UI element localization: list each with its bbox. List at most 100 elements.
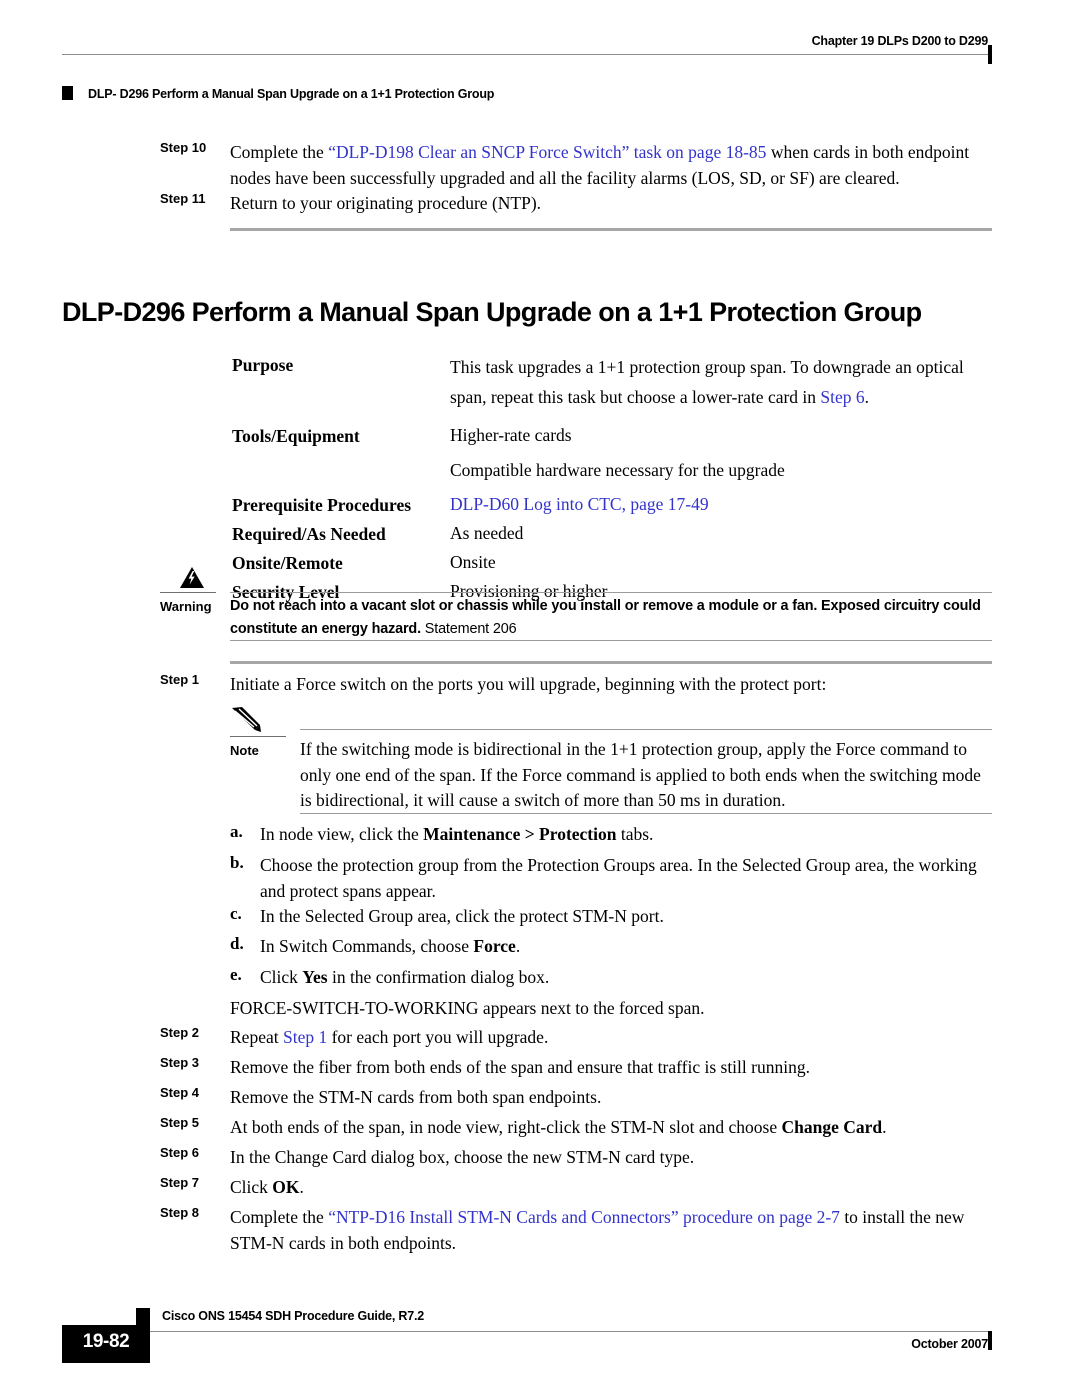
step-label: Step 1	[160, 672, 200, 687]
step-row-2: Step 2 Repeat Step 1 for each port you w…	[160, 1025, 992, 1051]
step-text: In the Change Card dialog box, choose th…	[230, 1147, 695, 1167]
table-row: Prerequisite Procedures DLP-D60 Log into…	[232, 492, 992, 519]
note-icon-underline	[230, 736, 286, 737]
step-text: Complete the “NTP-D16 Install STM-N Card…	[230, 1205, 992, 1256]
step-text-pre: Click	[230, 1177, 273, 1197]
cross-reference-link[interactable]: Step 1	[283, 1027, 327, 1047]
step-text: Click OK.	[230, 1175, 992, 1201]
cross-reference-link[interactable]: DLP-D60 Log into CTC, page 17-49	[450, 494, 709, 514]
step-label: Step 4	[160, 1085, 200, 1100]
property-key: Tools/Equipment	[232, 426, 360, 446]
step-row-3: Step 3 Remove the fiber from both ends o…	[160, 1055, 992, 1081]
footer-guide-title: Cisco ONS 15454 SDH Procedure Guide, R7.…	[162, 1309, 425, 1323]
step-row-10: Step 10 Complete the “DLP-D198 Clear an …	[160, 140, 992, 191]
substep-d: d. In Switch Commands, choose Force.	[230, 934, 992, 960]
property-value: Higher-rate cards	[450, 425, 572, 445]
footer-end-marker	[988, 1331, 992, 1350]
substeps-result-text: FORCE-SWITCH-TO-WORKING appears next to …	[230, 998, 705, 1018]
footer-bullet-square-icon	[136, 1308, 150, 1325]
step-label: Step 8	[160, 1205, 200, 1220]
warning-top-rule	[230, 592, 992, 593]
warning-text: Do not reach into a vacant slot or chass…	[230, 566, 992, 641]
substep-b: b. Choose the protection group from the …	[230, 853, 992, 904]
step-text-pre: Complete the	[230, 1207, 329, 1227]
substep-letter: e.	[230, 965, 242, 984]
substep-letter: a.	[230, 822, 243, 841]
substep-text: In Switch Commands, choose Force.	[260, 934, 992, 960]
step-text: At both ends of the span, in node view, …	[230, 1115, 992, 1141]
substep-text-post: in the confirmation dialog box.	[327, 967, 550, 987]
table-row: Required/As Needed As needed	[232, 521, 992, 548]
substep-letter: b.	[230, 853, 244, 872]
cross-reference-link[interactable]: “NTP-D16 Install STM-N Cards and Connect…	[328, 1207, 840, 1227]
table-row: Tools/Equipment Higher-rate cards	[232, 423, 992, 450]
step-label: Step 10	[160, 140, 207, 155]
substep-e: e. Click Yes in the confirmation dialog …	[230, 965, 992, 991]
substep-letter: d.	[230, 934, 244, 953]
warning-text-bold: Do not reach into a vacant slot or chass…	[230, 598, 981, 637]
note-top-rule	[300, 729, 992, 730]
step-label: Step 2	[160, 1025, 200, 1040]
substep-text: Choose the protection group from the Pro…	[260, 855, 977, 901]
step-text: Remove the fiber from both ends of the s…	[230, 1057, 810, 1077]
step-label: Step 7	[160, 1175, 200, 1190]
property-value-pre: This task upgrades a 1+1 protection grou…	[450, 357, 964, 407]
table-row: Compatible hardware necessary for the up…	[232, 458, 992, 484]
step-text: Repeat Step 1 for each port you will upg…	[230, 1025, 992, 1051]
step-row-7: Step 7 Click OK.	[160, 1175, 992, 1201]
warning-statement-number: Statement 206	[420, 621, 517, 637]
header-rule	[62, 54, 990, 55]
note-admonition: Note If the switching mode is bidirectio…	[230, 706, 992, 814]
substep-text-post: .	[515, 936, 521, 956]
substep-letter: c.	[230, 904, 242, 923]
step-text-post: .	[299, 1177, 304, 1197]
footer-rule	[150, 1331, 990, 1332]
substep-a: a. In node view, click the Maintenance >…	[230, 822, 992, 848]
property-value: This task upgrades a 1+1 protection grou…	[450, 352, 992, 412]
note-text: If the switching mode is bidirectional i…	[300, 739, 981, 810]
footer-date: October 2007	[911, 1337, 988, 1351]
property-value: Compatible hardware necessary for the up…	[450, 460, 785, 480]
document-page: Chapter 19 DLPs D200 to D299 DLP- D296 P…	[0, 0, 1080, 1397]
step-label: Step 3	[160, 1055, 200, 1070]
substep-text-pre: In node view, click the	[260, 824, 424, 844]
step-row-5: Step 5 At both ends of the span, in node…	[160, 1115, 992, 1141]
step-text-pre: Complete the	[230, 142, 329, 162]
step-row-1: Step 1 Initiate a Force switch on the po…	[160, 672, 992, 698]
warning-icon-underline	[160, 592, 216, 593]
property-value-post: .	[864, 387, 870, 407]
ui-path-emphasis: Maintenance > Protection	[423, 824, 617, 844]
header-chapter-text: Chapter 19 DLPs D200 to D299	[811, 34, 989, 48]
property-value: DLP-D60 Log into CTC, page 17-49	[450, 492, 992, 518]
header-end-marker	[988, 45, 992, 64]
substep-text-pre: In Switch Commands, choose	[260, 936, 474, 956]
step-text: Initiate a Force switch on the ports you…	[230, 674, 827, 694]
property-key: Purpose	[232, 355, 294, 375]
page-title: DLP-D296 Perform a Manual Span Upgrade o…	[62, 297, 922, 328]
step-text-pre: At both ends of the span, in node view, …	[230, 1117, 782, 1137]
button-emphasis: OK	[272, 1177, 300, 1197]
pencil-note-icon	[230, 706, 294, 738]
menu-item-emphasis: Change Card	[781, 1117, 883, 1137]
note-label: Note	[230, 743, 259, 758]
step-text: Return to your originating procedure (NT…	[230, 193, 542, 213]
header-bullet-square-icon	[62, 86, 73, 100]
step-text-post: for each port you will upgrade.	[327, 1027, 549, 1047]
step-label: Step 6	[160, 1145, 200, 1160]
substep-text: In the Selected Group area, click the pr…	[260, 906, 664, 926]
property-key: Required/As Needed	[232, 523, 386, 544]
substep-text-pre: Click	[260, 967, 303, 987]
section-divider-rule-steps	[230, 661, 992, 664]
button-emphasis: Yes	[302, 967, 328, 987]
cross-reference-link[interactable]: Step 6	[820, 387, 864, 407]
step-label: Step 11	[160, 191, 206, 206]
page-number: 19-82	[82, 1331, 130, 1352]
cross-reference-link[interactable]: “DLP-D198 Clear an SNCP Force Switch” ta…	[328, 142, 766, 162]
substep-c: c. In the Selected Group area, click the…	[230, 904, 992, 930]
warning-label: Warning	[160, 599, 212, 614]
step-row-11: Step 11 Return to your originating proce…	[160, 191, 992, 217]
note-bottom-rule	[300, 813, 992, 814]
header-running-title: DLP- D296 Perform a Manual Span Upgrade …	[88, 87, 495, 101]
substep-text: Click Yes in the confirmation dialog box…	[260, 965, 992, 991]
step-text: Remove the STM-N cards from both span en…	[230, 1087, 602, 1107]
